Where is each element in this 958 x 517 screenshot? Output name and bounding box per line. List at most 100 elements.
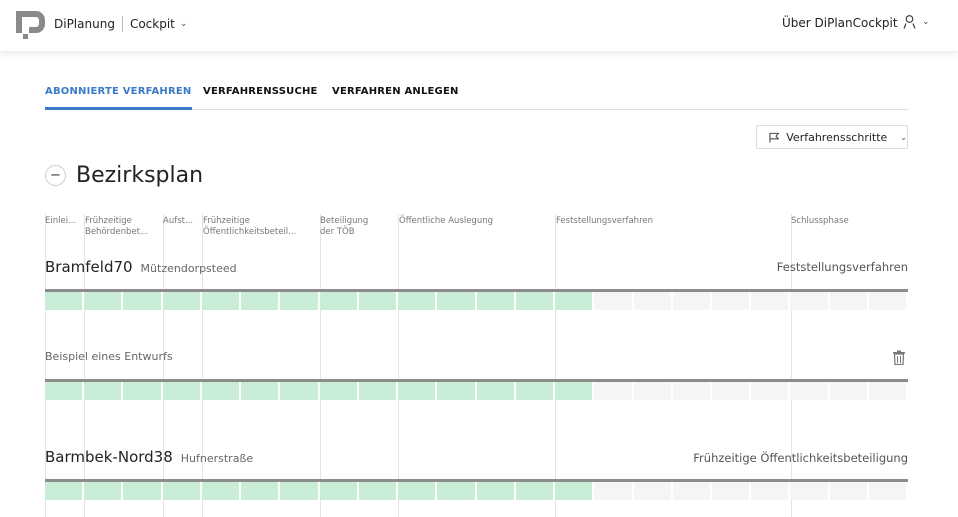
progress-bar [45,379,909,400]
progress-segment-pending [711,292,752,310]
chevron-down-icon: ⌄ [922,17,930,27]
progress-segment-pending [829,482,869,500]
app-switcher[interactable]: DiPlanung Cockpit ⌄ [54,16,187,32]
progress-segment-done [476,292,516,310]
about-link[interactable]: Über DiPlanCockpit [782,16,898,30]
progress-segment-done [84,382,124,400]
progress-segment-done [241,382,281,400]
progress-segment-done [123,482,163,500]
tab-bar: ABONNIERTE VERFAHREN VERFAHRENSSUCHE VER… [45,84,908,110]
verfahrensschritte-dropdown[interactable]: Verfahrensschritte ⌄ [756,125,908,149]
progress-segment-pending [751,482,791,500]
progress-segment-done [515,382,556,400]
progress-segment-pending [751,382,791,400]
progress-segment-pending [868,382,909,400]
procedure-name[interactable]: Barmbek-Nord38 [45,448,173,466]
progress-segment-done [358,292,399,310]
progress-segment-pending [633,382,673,400]
phase-label-fruehzeitige-oeffentlichkeitsbeteiligung: Frühzeitige Öffentlichkeitsbeteil... [203,216,297,237]
phase-label-schlussphase: Schlussphase [791,216,849,226]
procedure-subtitle: Mützendorpsteed [140,262,237,275]
procedure-subtitle: Hufnerstraße [180,452,254,465]
progress-segment-done [162,292,202,310]
progress-segment-done [123,292,163,310]
tab-abonnierte-verfahren[interactable]: ABONNIERTE VERFAHREN [45,86,192,110]
section-title: Bezirksplan [76,163,204,188]
progress-segment-pending [751,292,791,310]
progress-segment-pending [868,482,909,500]
progress-segment-pending [711,382,752,400]
progress-segment-pending [594,382,634,400]
progress-segment-done [280,482,320,500]
progress-segment-done [437,482,477,500]
chevron-down-icon: ⌄ [179,19,188,29]
progress-segment-pending [711,482,752,500]
procedure-title[interactable]: Bramfeld70 Mützendorpsteed [45,258,237,276]
chevron-down-icon: ⌄ [900,132,907,142]
progress-segment-done [515,292,556,310]
progress-segment-done [515,482,556,500]
progress-segment-done [555,292,595,310]
progress-segment-pending [790,382,830,400]
diplanung-logo-icon[interactable] [16,11,46,39]
section-header: − Bezirksplan [45,163,203,188]
progress-segment-done [201,382,242,400]
progress-segment-pending [672,482,712,500]
progress-segment-done [398,292,438,310]
progress-segment-done [437,292,477,310]
progress-segment-done [476,482,516,500]
progress-segment-pending [672,292,712,310]
progress-segment-done [555,482,595,500]
verfahrensschritte-label: Verfahrensschritte [786,130,888,144]
progress-segment-done [162,482,202,500]
app-name: Cockpit [129,17,175,31]
progress-bar [45,479,909,500]
progress-segment-pending [633,292,673,310]
phase-label-fruehzeitige-behoerdenbeteiligung: Frühzeitige Behördenbet... [85,216,149,237]
current-phase: Feststellungsverfahren [776,260,908,274]
progress-segment-pending [790,292,830,310]
progress-segment-done [319,292,359,310]
progress-segment-pending [829,292,869,310]
progress-segment-done [555,382,595,400]
brand-separator [121,16,123,32]
tab-verfahren-anlegen[interactable]: VERFAHREN ANLEGEN [332,86,459,97]
progress-segment-done [280,292,320,310]
procedure-name[interactable]: Bramfeld70 [45,258,133,276]
progress-segment-pending [868,292,909,310]
phase-label-aufstellung: Aufst... [163,216,194,226]
brand-name: DiPlanung [54,17,115,31]
procedure-title[interactable]: Barmbek-Nord38 Hufnerstraße [45,448,253,466]
progress-segment-pending [594,482,634,500]
collapse-button[interactable]: − [45,165,66,186]
progress-bar [45,289,909,310]
progress-segment-done [241,482,281,500]
user-icon [903,15,916,29]
flag-icon [769,132,780,143]
user-menu[interactable]: ⌄ [903,15,930,29]
progress-segment-pending [829,382,869,400]
progress-segment-done [241,292,281,310]
progress-segment-pending [633,482,673,500]
progress-segment-done [201,292,242,310]
trash-icon[interactable] [892,350,906,365]
phase-divider [398,214,399,517]
progress-segment-done [45,382,85,400]
progress-segment-done [45,292,85,310]
progress-segment-pending [594,292,634,310]
progress-segment-done [319,382,359,400]
current-phase: Frühzeitige Öffentlichkeitsbeteiligung [693,451,908,465]
progress-segment-done [319,482,359,500]
progress-segment-done [84,292,124,310]
progress-segment-done [84,482,124,500]
tab-verfahrenssuche[interactable]: VERFAHRENSSUCHE [203,86,318,97]
progress-segment-done [45,482,85,500]
draft-title[interactable]: Beispiel eines Entwurfs [45,350,173,363]
progress-segment-done [358,482,399,500]
phase-label-feststellungsverfahren: Feststellungsverfahren [556,216,653,226]
progress-segment-done [162,382,202,400]
progress-segment-done [437,382,477,400]
phase-label-beteiligung-toeb: Beteiligung der TÖB [320,216,369,237]
progress-segment-done [123,382,163,400]
progress-segment-done [358,382,399,400]
